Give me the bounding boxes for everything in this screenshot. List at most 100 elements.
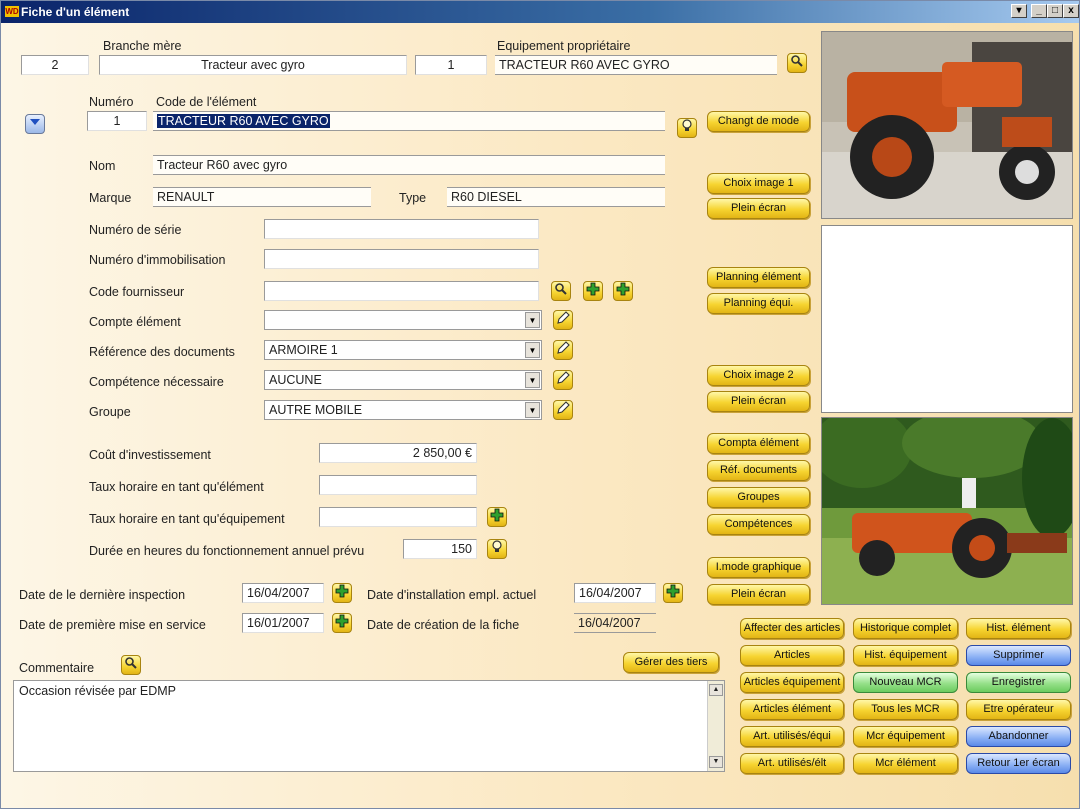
equip-proprietaire-label: Equipement propriétaire	[497, 39, 631, 53]
competences-button[interactable]: Compétences	[707, 514, 810, 535]
comment-scrollbar[interactable]: ▲ ▼	[707, 681, 724, 771]
etre-operateur-button[interactable]: Etre opérateur	[966, 699, 1071, 720]
equip-num-field[interactable]: 1	[415, 55, 487, 75]
add-fournisseur-2-icon[interactable]	[613, 281, 633, 301]
reference-documents-select[interactable]: ARMOIRE 1 ▼	[264, 340, 542, 360]
groupe-value: AUTRE MOBILE	[269, 403, 363, 417]
numero-immo-label: Numéro d'immobilisation	[89, 253, 226, 267]
planning-element-button[interactable]: Planning élément	[707, 267, 810, 288]
groupe-select[interactable]: AUTRE MOBILE ▼	[264, 400, 542, 420]
lightbulb-icon[interactable]	[677, 118, 697, 138]
app-icon: WD	[5, 6, 19, 17]
add-premiere-icon[interactable]	[332, 613, 352, 633]
mode-graphique-button[interactable]: I.mode graphique	[707, 557, 810, 578]
image-2-placeholder	[821, 225, 1073, 413]
cout-investissement-field[interactable]: 2 850,00 €	[319, 443, 477, 463]
historique-complet-button[interactable]: Historique complet	[853, 618, 958, 639]
hist-element-button[interactable]: Hist. élément	[966, 618, 1071, 639]
gerer-tiers-button[interactable]: Gérer des tiers	[623, 652, 719, 673]
branche-mere-field[interactable]: Tracteur avec gyro	[99, 55, 407, 75]
branche-num-field[interactable]: 2	[21, 55, 89, 75]
marque-field[interactable]: RENAULT	[153, 187, 371, 207]
art-utilises-equi-button[interactable]: Art. utilisés/équi	[740, 726, 844, 747]
chevron-down-icon[interactable]: ▼	[525, 342, 540, 358]
taux-element-field[interactable]	[319, 475, 477, 495]
code-fournisseur-label: Code fournisseur	[89, 285, 185, 299]
chevron-down-icon[interactable]: ▼	[525, 402, 540, 418]
chevron-down-icon[interactable]: ▼	[525, 312, 540, 328]
derniere-inspection-field[interactable]: 16/04/2007	[242, 583, 324, 603]
reference-documents-label: Référence des documents	[89, 345, 235, 359]
duree-field[interactable]: 150	[403, 539, 477, 559]
window-title: Fiche d'un élément	[21, 5, 130, 19]
edit-refdoc-icon[interactable]	[553, 340, 573, 360]
hist-equipement-button[interactable]: Hist. équipement	[853, 645, 958, 666]
scroll-up-icon[interactable]: ▲	[709, 684, 723, 696]
minimize-button[interactable]: _	[1031, 4, 1047, 18]
add-installation-icon[interactable]	[663, 583, 683, 603]
commentaire-textarea[interactable]: Occasion révisée par EDMP ▲ ▼	[13, 680, 725, 772]
edit-compte-icon[interactable]	[553, 310, 573, 330]
type-field[interactable]: R60 DIESEL	[447, 187, 665, 207]
search-comment-icon[interactable]	[121, 655, 141, 675]
code-fournisseur-field[interactable]	[264, 281, 539, 301]
navigate-down-icon[interactable]	[25, 114, 45, 134]
mcr-equipement-button[interactable]: Mcr équipement	[853, 726, 958, 747]
installation-label: Date d'installation empl. actuel	[367, 588, 537, 602]
equip-proprietaire-field[interactable]: TRACTEUR R60 AVEC GYRO	[495, 55, 777, 75]
articles-equipement-button[interactable]: Articles équipement	[740, 672, 844, 693]
nom-field[interactable]: Tracteur R60 avec gyro	[153, 155, 665, 175]
retour-premier-ecran-button[interactable]: Retour 1er écran	[966, 753, 1071, 774]
articles-element-button[interactable]: Articles élément	[740, 699, 844, 720]
chevron-down-icon[interactable]: ▼	[525, 372, 540, 388]
plein-ecran2-button[interactable]: Plein écran	[707, 391, 810, 412]
ref-documents-button[interactable]: Réf. documents	[707, 460, 810, 481]
add-inspection-icon[interactable]	[332, 583, 352, 603]
installation-field[interactable]: 16/04/2007	[574, 583, 656, 603]
planning-equi-button[interactable]: Planning équi.	[707, 293, 810, 314]
code-element-field[interactable]: TRACTEUR R60 AVEC GYRO	[153, 111, 665, 131]
edit-competence-icon[interactable]	[553, 370, 573, 390]
lightbulb-duree-icon[interactable]	[487, 539, 507, 559]
compte-element-select[interactable]: ▼	[264, 310, 542, 330]
menu-dropdown-icon[interactable]: ▾	[1011, 4, 1027, 18]
nom-label: Nom	[89, 159, 116, 173]
choix-image1-button[interactable]: Choix image 1	[707, 173, 810, 194]
changt-mode-button[interactable]: Changt de mode	[707, 111, 810, 132]
commentaire-label: Commentaire	[19, 661, 95, 675]
code-element-selected-text: TRACTEUR R60 AVEC GYRO	[157, 114, 330, 128]
tous-mcr-button[interactable]: Tous les MCR	[853, 699, 958, 720]
art-utilises-elt-button[interactable]: Art. utilisés/élt	[740, 753, 844, 774]
competence-value: AUCUNE	[269, 373, 322, 387]
type-label: Type	[399, 191, 427, 205]
articles-button[interactable]: Articles	[740, 645, 844, 666]
equipment-photo-2	[821, 417, 1073, 605]
numero-serie-field[interactable]	[264, 219, 539, 239]
supprimer-button[interactable]: Supprimer	[966, 645, 1071, 666]
commentaire-text: Occasion révisée par EDMP	[19, 684, 177, 698]
search-icon[interactable]	[787, 53, 807, 73]
numero-field[interactable]: 1	[87, 111, 147, 131]
marque-label: Marque	[89, 191, 132, 205]
abandonner-button[interactable]: Abandonner	[966, 726, 1071, 747]
competence-select[interactable]: AUCUNE ▼	[264, 370, 542, 390]
mcr-element-button[interactable]: Mcr élément	[853, 753, 958, 774]
taux-equipement-field[interactable]	[319, 507, 477, 527]
plein-ecran1-button[interactable]: Plein écran	[707, 198, 810, 219]
affecter-articles-button[interactable]: Affecter des articles	[740, 618, 844, 639]
groupes-button[interactable]: Groupes	[707, 487, 810, 508]
nouveau-mcr-button[interactable]: Nouveau MCR	[853, 672, 958, 693]
numero-immo-field[interactable]	[264, 249, 539, 269]
maximize-button[interactable]: □	[1047, 4, 1063, 18]
scroll-down-icon[interactable]: ▼	[709, 756, 723, 768]
add-fournisseur-icon[interactable]	[583, 281, 603, 301]
add-taux-icon[interactable]	[487, 507, 507, 527]
premiere-service-field[interactable]: 16/01/2007	[242, 613, 324, 633]
edit-groupe-icon[interactable]	[553, 400, 573, 420]
search-fournisseur-icon[interactable]	[551, 281, 571, 301]
choix-image2-button[interactable]: Choix image 2	[707, 365, 810, 386]
close-button[interactable]: x	[1063, 4, 1079, 18]
enregistrer-button[interactable]: Enregistrer	[966, 672, 1071, 693]
plein-ecran3-button[interactable]: Plein écran	[707, 584, 810, 605]
compta-element-button[interactable]: Compta élément	[707, 433, 810, 454]
